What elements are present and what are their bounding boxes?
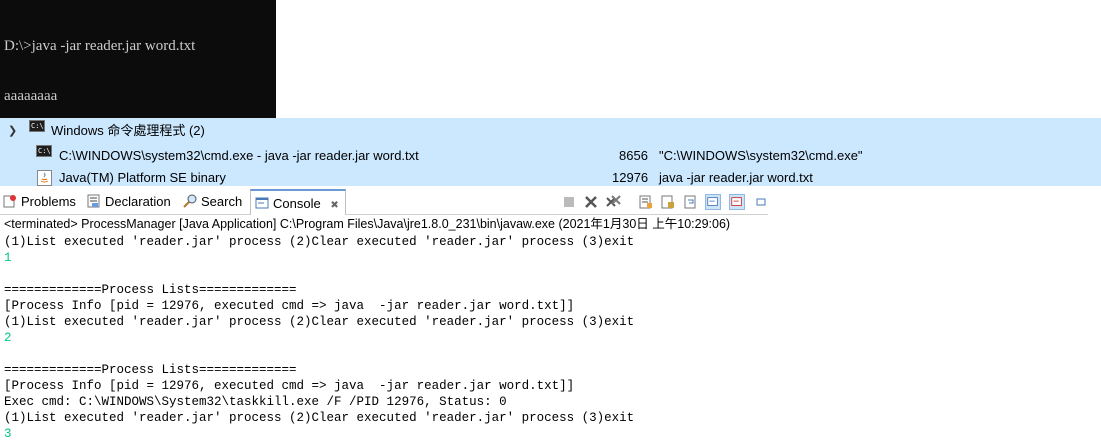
word-wrap-icon[interactable]	[683, 194, 699, 210]
clear-console-icon[interactable]	[638, 194, 654, 210]
cmd-terminal-window: D:\>java -jar reader.jar word.txt aaaaaa…	[0, 0, 276, 118]
console-output-line: =============Process Lists=============	[4, 283, 297, 297]
declaration-icon	[87, 194, 100, 208]
console-output-line: =============Process Lists=============	[4, 363, 297, 377]
process-group-header[interactable]: ❯ C:\ Windows 命令處理程式 (2)	[0, 120, 1101, 142]
tab-console[interactable]: Console ✖	[250, 189, 346, 215]
console-output-line: (1)List executed 'reader.jar' process (2…	[4, 315, 635, 329]
process-group-title: Windows 命令處理程式 (2)	[51, 123, 205, 138]
show-console-stderr-icon[interactable]	[729, 194, 745, 210]
console-output-line: [Process Info [pid = 12976, executed cmd…	[4, 379, 575, 393]
tab-declaration[interactable]: Declaration	[87, 189, 171, 214]
process-row[interactable]: C:\ C:\WINDOWS\system32\cmd.exe - java -…	[0, 145, 1101, 167]
remove-all-terminated-icon[interactable]	[605, 194, 621, 210]
show-console-stdout-icon[interactable]	[705, 194, 721, 210]
terminal-line: D:\>java -jar reader.jar word.txt	[4, 38, 196, 54]
tab-problems[interactable]: Problems	[3, 189, 76, 214]
process-row[interactable]: Java(TM) Platform SE binary 12976 java -…	[0, 167, 1101, 189]
console-output-line: Exec cmd: C:\WINDOWS\System32\taskkill.e…	[4, 395, 507, 409]
process-cmdline: java -jar reader.jar word.txt	[659, 170, 813, 185]
search-icon	[183, 194, 197, 208]
remove-launch-icon[interactable]	[583, 194, 599, 210]
process-group: ❯ C:\ Windows 命令處理程式 (2) C:\ C:\WINDOWS\…	[0, 118, 1101, 186]
console-input-line: 1	[4, 251, 12, 265]
tab-label: Console	[273, 196, 321, 211]
console-output-line: (1)List executed 'reader.jar' process (2…	[4, 235, 635, 249]
terminate-icon[interactable]	[561, 194, 577, 210]
close-icon[interactable]: ✖	[330, 200, 338, 211]
process-name: Java(TM) Platform SE binary	[59, 170, 226, 185]
tab-label: Declaration	[105, 194, 171, 209]
console-output[interactable]: (1)List executed 'reader.jar' process (2…	[4, 234, 764, 442]
process-pid: 8656	[619, 148, 648, 163]
console-output-line: [Process Info [pid = 12976, executed cmd…	[4, 299, 575, 313]
scroll-lock-icon[interactable]	[660, 194, 676, 210]
tab-label: Problems	[21, 194, 76, 209]
process-cmdline: "C:\WINDOWS\system32\cmd.exe"	[659, 148, 863, 163]
console-status: <terminated> ProcessManager [Java Applic…	[4, 217, 731, 231]
chevron-down-icon[interactable]: ❯	[8, 120, 17, 142]
tab-label: Search	[201, 194, 243, 209]
problems-icon	[3, 195, 16, 208]
terminal-line: aaaaaaaa	[4, 87, 58, 104]
tab-search[interactable]: Search	[183, 189, 242, 214]
console-input-line: 3	[4, 427, 12, 441]
process-name: C:\WINDOWS\system32\cmd.exe - java -jar …	[59, 148, 419, 163]
console-input-line: 2	[4, 331, 12, 345]
view-tab-bar: Problems Declaration Search Console ✖	[0, 189, 768, 215]
process-pid: 12976	[612, 170, 649, 185]
console-output-line: (1)List executed 'reader.jar' process (2…	[4, 411, 635, 425]
pin-console-icon[interactable]	[755, 194, 767, 210]
console-icon	[255, 197, 269, 209]
